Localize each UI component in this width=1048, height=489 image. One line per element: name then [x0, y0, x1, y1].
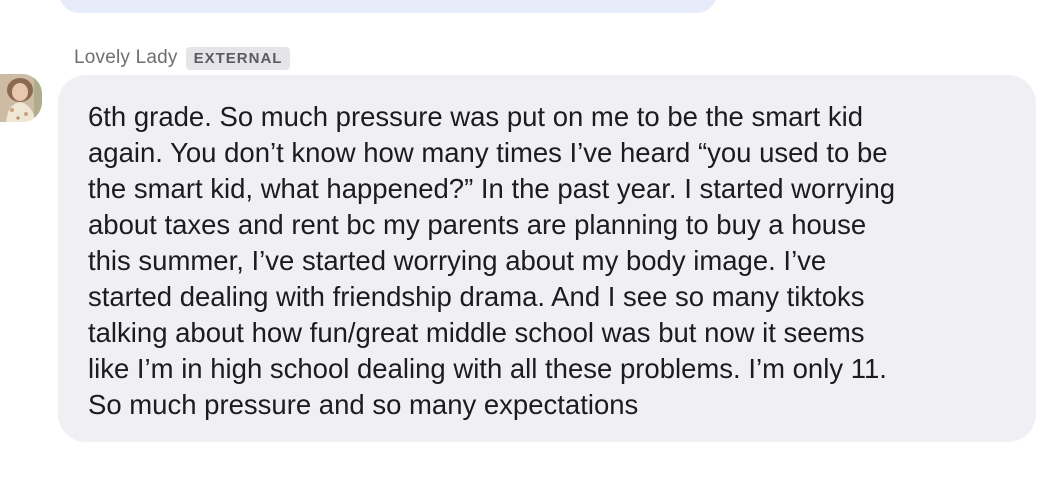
avatar-image	[0, 74, 42, 122]
message-bubble[interactable]: 6th grade. So much pressure was put on m…	[58, 75, 1036, 442]
sender-name[interactable]: Lovely Lady	[74, 47, 178, 69]
previous-message-bubble[interactable]	[58, 0, 718, 13]
sender-header: Lovely Lady EXTERNAL	[74, 45, 291, 71]
message-text: 6th grade. So much pressure was put on m…	[88, 101, 896, 420]
external-badge: EXTERNAL	[185, 46, 291, 70]
avatar[interactable]	[0, 74, 42, 122]
chat-view: Lovely Lady EXTERNAL 6th grade. So much …	[0, 0, 1048, 489]
